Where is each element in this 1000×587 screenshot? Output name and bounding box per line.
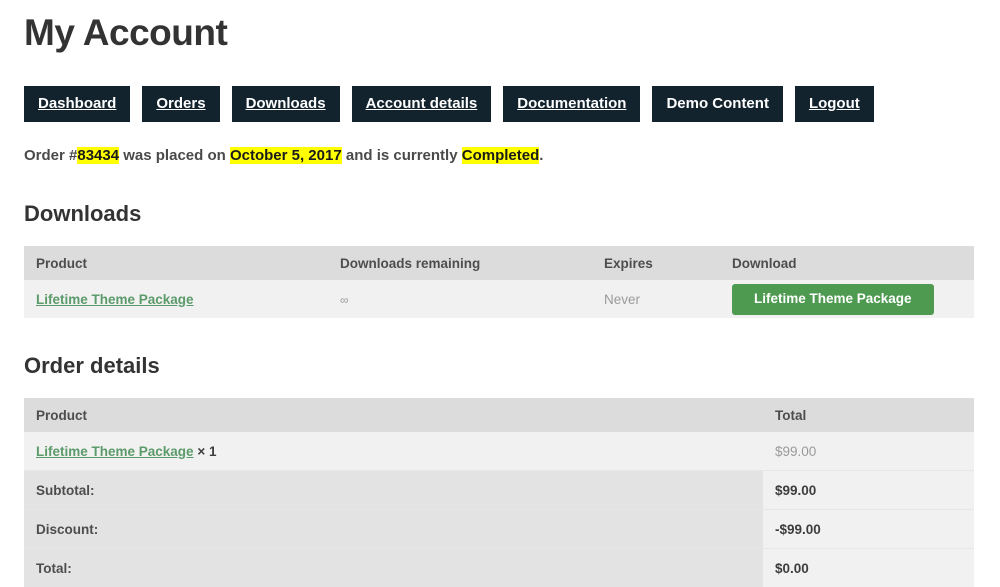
product-link[interactable]: Lifetime Theme Package: [36, 292, 194, 307]
download-button[interactable]: Lifetime Theme Package: [732, 284, 934, 315]
nav-item-dashboard[interactable]: Dashboard: [24, 86, 130, 122]
order-col-total: Total: [763, 398, 974, 432]
account-nav: Dashboard Orders Downloads Account detai…: [24, 86, 976, 122]
order-cell-item-total: $99.00: [763, 432, 974, 471]
order-details-header-row: Product Total: [24, 398, 974, 432]
downloads-col-expires: Expires: [592, 246, 720, 280]
order-status-prefix: Order #: [24, 147, 77, 164]
table-row: Subtotal: $99.00: [24, 471, 974, 510]
nav-item-demo-content[interactable]: Demo Content: [652, 86, 783, 122]
page-title: My Account: [24, 0, 976, 56]
downloads-table-head: Product Downloads remaining Expires Down…: [24, 246, 974, 280]
order-col-product: Product: [24, 398, 763, 432]
downloads-col-download: Download: [720, 246, 974, 280]
order-label-subtotal: Subtotal:: [24, 471, 763, 510]
order-status-connector: and is currently: [342, 147, 462, 164]
downloads-col-product: Product: [24, 246, 328, 280]
account-page: My Account Dashboard Orders Downloads Ac…: [0, 0, 1000, 587]
downloads-expires-value: Never: [604, 292, 640, 307]
nav-item-orders[interactable]: Orders: [142, 86, 219, 122]
order-details-table: Product Total Lifetime Theme Package × 1…: [24, 398, 974, 587]
status-badge: Completed: [462, 147, 540, 164]
order-status-message: Order #83434 was placed on October 5, 20…: [24, 146, 976, 166]
nav-item-downloads[interactable]: Downloads: [232, 86, 340, 122]
table-row: Lifetime Theme Package × 1 $99.00: [24, 432, 974, 471]
downloads-col-remaining: Downloads remaining: [328, 246, 592, 280]
downloads-heading: Downloads: [24, 200, 976, 228]
order-label-discount: Discount:: [24, 510, 763, 549]
order-status-suffix: .: [539, 147, 543, 164]
order-value-total: $0.00: [763, 549, 974, 587]
order-value-discount: -$99.00: [763, 510, 974, 549]
downloads-cell-download: Lifetime Theme Package: [720, 280, 974, 318]
downloads-cell-product: Lifetime Theme Package: [24, 280, 328, 318]
downloads-table-body: Lifetime Theme Package ∞ Never Lifetime …: [24, 280, 974, 318]
order-date: October 5, 2017: [230, 147, 342, 164]
product-quantity: × 1: [197, 444, 216, 459]
downloads-header-row: Product Downloads remaining Expires Down…: [24, 246, 974, 280]
nav-item-account-details[interactable]: Account details: [352, 86, 492, 122]
order-number: 83434: [77, 147, 119, 164]
order-details-table-body: Lifetime Theme Package × 1 $99.00 Subtot…: [24, 432, 974, 587]
downloads-table: Product Downloads remaining Expires Down…: [24, 246, 974, 318]
table-row: Lifetime Theme Package ∞ Never Lifetime …: [24, 280, 974, 318]
downloads-cell-remaining: ∞: [328, 280, 592, 318]
order-status-middle: was placed on: [119, 147, 230, 164]
table-row: Discount: -$99.00: [24, 510, 974, 549]
nav-item-documentation[interactable]: Documentation: [503, 86, 640, 122]
table-row: Total: $0.00: [24, 549, 974, 587]
order-details-heading: Order details: [24, 352, 976, 380]
downloads-remaining-value: ∞: [340, 293, 349, 307]
order-value-subtotal: $99.00: [763, 471, 974, 510]
product-link[interactable]: Lifetime Theme Package: [36, 444, 194, 459]
order-cell-product: Lifetime Theme Package × 1: [24, 432, 763, 471]
downloads-cell-expires: Never: [592, 280, 720, 318]
order-details-table-head: Product Total: [24, 398, 974, 432]
order-label-total: Total:: [24, 549, 763, 587]
nav-item-logout[interactable]: Logout: [795, 86, 874, 122]
